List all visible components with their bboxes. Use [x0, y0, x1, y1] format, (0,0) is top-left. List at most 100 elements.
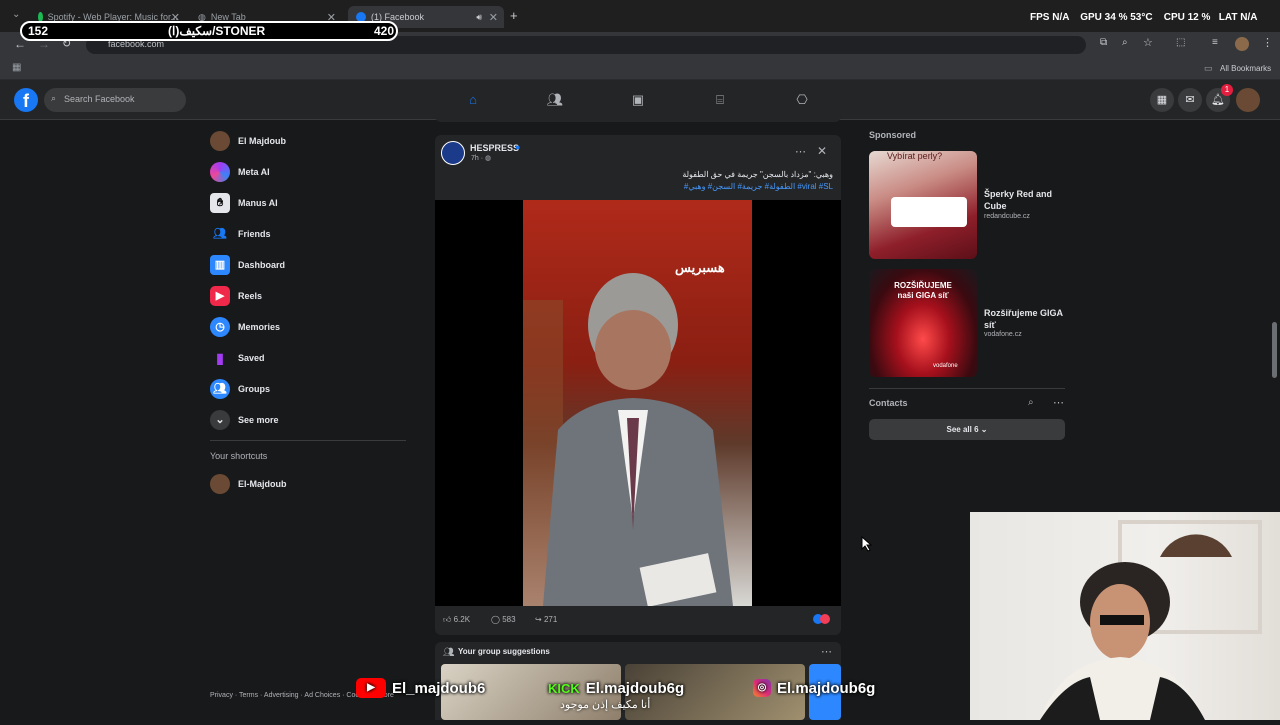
sidebar-item-label: El Majdoub: [238, 136, 286, 146]
sidepanel-icon[interactable]: ≡: [1212, 37, 1218, 48]
fps-value: N/A: [1052, 12, 1070, 23]
pill-title: سكيف(ا)/STONER: [168, 24, 266, 38]
cpu-value: 12 %: [1187, 12, 1211, 23]
webcam-scene: [1040, 520, 1262, 720]
ad-card-graphic: [891, 197, 967, 227]
apps-icon[interactable]: ▦: [12, 62, 21, 73]
contacts-options-icon[interactable]: ⋯: [1053, 396, 1064, 409]
video-frame: هسبريس: [523, 200, 752, 606]
kick-handle-text: El.majdoub6g: [585, 679, 685, 697]
sidebar-divider: [210, 440, 406, 441]
share-button[interactable]: ↪ 271: [535, 615, 557, 624]
share-icon: ↪: [535, 615, 542, 624]
search-input[interactable]: ⌕ Search Facebook: [44, 88, 186, 112]
video-player[interactable]: هسبريس: [435, 200, 841, 606]
comment-count: 583: [502, 615, 516, 624]
sidebar-item-meta-ai[interactable]: Meta AI: [210, 159, 270, 185]
avatar: [210, 474, 230, 494]
see-all-label: See all 6: [946, 425, 979, 434]
tab-list-icon[interactable]: ⌄: [12, 9, 20, 20]
gaming-icon[interactable]: ⎔: [792, 90, 812, 110]
search-contacts-icon[interactable]: ⌕: [1028, 397, 1034, 408]
instagram-handle: ◎ El.majdoub6g: [753, 678, 875, 698]
close-post-icon[interactable]: ✕: [817, 144, 827, 158]
gpu-label: GPU: [1080, 12, 1102, 23]
youtube-handle: ▶ El_majdoub6: [356, 678, 485, 698]
facebook-logo-icon[interactable]: f: [14, 88, 38, 112]
arabic-caption: أنا مكيف إذن موجود: [560, 699, 651, 711]
page-scrollbar[interactable]: [1272, 322, 1277, 378]
reaction-icons[interactable]: [813, 614, 830, 626]
kick-handle: KICK El.majdoub6g: [548, 678, 684, 698]
group-suggestions-title: Your group suggestions: [458, 647, 550, 656]
avatar: [210, 131, 230, 151]
post-options-icon[interactable]: ⋯: [795, 145, 806, 158]
marketplace-icon[interactable]: ⌸: [710, 90, 730, 110]
sidebar-item-reels[interactable]: ▶ Reels: [210, 283, 262, 309]
hud-stats: FPS N/A GPU 34 % 53°C CPU 12 % LAT N/A: [1030, 12, 1257, 23]
like-button[interactable]: 👍︎ 6.2K: [443, 615, 470, 625]
install-icon[interactable]: ⧉: [1100, 37, 1107, 48]
stream-overlay-pill: 152 سكيف(ا)/STONER 420: [20, 21, 398, 41]
page-avatar[interactable]: [441, 141, 465, 165]
sidebar-item-label: Groups: [238, 384, 271, 394]
post-hashtags[interactable]: viral #SL# الطفولة# جريمة# السجن# وهبي#: [684, 182, 833, 191]
search-icon: ⌕: [51, 93, 57, 103]
notifications-icon[interactable]: 🔔︎ 1: [1206, 84, 1233, 112]
sidebar-item-memories[interactable]: ◷ Memories: [210, 314, 280, 340]
post-time[interactable]: 7h ·: [471, 155, 483, 162]
home-icon[interactable]: ⌂: [463, 90, 483, 110]
lat-label: LAT: [1218, 12, 1238, 23]
ad-image[interactable]: Vybírat perly?: [869, 151, 977, 259]
messenger-icon[interactable]: ✉: [1178, 88, 1202, 112]
love-reaction-icon: [820, 614, 830, 624]
friends-icon[interactable]: 👥︎: [545, 90, 565, 110]
ad-title[interactable]: Rozšiřujeme GIGA síť: [984, 307, 1064, 331]
see-all-contacts-button[interactable]: See all 6 ⌄: [869, 419, 1065, 440]
bookmarks-bar: ▦ ▭ All Bookmarks: [0, 58, 1280, 80]
sidebar-item-see-more[interactable]: ⌄ See more: [210, 407, 279, 433]
share-count: 271: [543, 615, 558, 624]
sidebar-item-friends[interactable]: 👥︎ Friends: [210, 221, 271, 247]
bookmark-star-icon[interactable]: ☆: [1143, 36, 1153, 49]
cpu-label: CPU: [1163, 12, 1185, 23]
ad-title[interactable]: Šperky Red and Cube: [984, 188, 1064, 212]
extensions-icon[interactable]: ⬚: [1176, 37, 1185, 48]
comment-button[interactable]: ◯ 583: [491, 615, 516, 624]
pill-left-number: 152: [28, 24, 49, 38]
ad-image-text: Vybírat perly?: [887, 151, 943, 161]
video-icon[interactable]: ▣: [628, 90, 648, 110]
menu-icon[interactable]: ⋮: [1262, 36, 1273, 49]
person-figure: [523, 273, 733, 606]
speaker-icon[interactable]: 🔊︎: [476, 12, 482, 23]
sidebar-item-manus-ai[interactable]: ✋︎ Manus AI: [210, 190, 278, 216]
pill-right-number: 420: [374, 24, 395, 38]
shortcuts-heading: Your shortcuts: [210, 451, 268, 461]
instagram-handle-text: El.majdoub6g: [777, 679, 876, 697]
sidebar-item-groups[interactable]: 👥︎ Groups: [210, 376, 270, 402]
group-options-icon[interactable]: ⋯: [821, 645, 832, 658]
youtube-handle-text: El_majdoub6: [392, 679, 486, 697]
reactions-row: 👍︎ 6.2K ◯ 583 ↪ 271: [435, 613, 841, 633]
sidebar-item-saved[interactable]: ▮ Saved: [210, 345, 264, 371]
groups-icon: 👥︎: [210, 379, 230, 399]
sidebar-item-dashboard[interactable]: ▥ Dashboard: [210, 252, 285, 278]
youtube-icon: ▶: [356, 678, 386, 698]
shortcut-item[interactable]: El-Majdoub: [210, 471, 287, 497]
all-bookmarks-link[interactable]: All Bookmarks: [1220, 64, 1271, 73]
memories-clock-icon: ◷: [210, 317, 230, 337]
sidebar-item-label: See more: [238, 415, 279, 425]
close-tab-icon[interactable]: ✕: [489, 11, 498, 24]
globe-icon: ◍: [485, 155, 492, 162]
account-avatar[interactable]: [1236, 88, 1260, 112]
zoom-icon[interactable]: ⌕: [1122, 37, 1128, 48]
post-author[interactable]: HESPRESS: [470, 143, 519, 153]
new-tab-icon[interactable]: +: [510, 8, 518, 23]
profile-avatar[interactable]: [1235, 37, 1249, 51]
ad-image[interactable]: ROZŠIŘUJEME naši GIGA síť vodafone: [869, 269, 977, 377]
folder-icon: ▭: [1204, 63, 1213, 73]
menu-grid-icon[interactable]: ▦: [1150, 88, 1174, 112]
sidebar-item-label: Manus AI: [238, 198, 278, 208]
sidebar-item-label: Dashboard: [238, 260, 286, 270]
sidebar-item-profile[interactable]: El Majdoub: [210, 128, 286, 154]
